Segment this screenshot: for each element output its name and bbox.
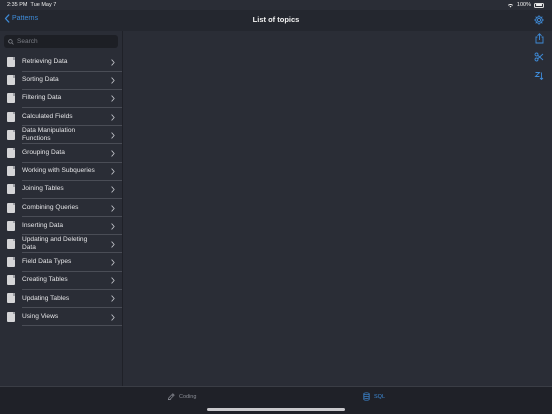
list-item-label: Filtering Data	[22, 94, 62, 102]
tab-sql[interactable]: SQL	[362, 392, 385, 401]
list-item-label: Inserting Data	[22, 221, 64, 229]
side-toolbar	[534, 33, 546, 90]
list-item-label: Joining Tables	[22, 185, 64, 193]
document-icon	[7, 275, 15, 286]
home-indicator	[207, 408, 345, 411]
chevron-right-icon	[111, 95, 115, 102]
share-button[interactable]	[534, 33, 544, 45]
chevron-right-icon	[111, 168, 115, 175]
list-item[interactable]: Working with Subqueries	[0, 162, 122, 181]
sort-icon	[534, 72, 544, 81]
chevron-right-icon	[111, 277, 115, 284]
chevron-right-icon	[111, 223, 115, 230]
chevron-right-icon	[111, 59, 115, 66]
database-icon	[363, 392, 370, 401]
document-icon	[7, 57, 15, 67]
sort-button[interactable]	[534, 71, 544, 83]
list-item-label: Updating Tables	[22, 294, 70, 302]
list-item[interactable]: Grouping Data	[0, 144, 122, 163]
list-item-label: Working with Subqueries	[22, 167, 95, 175]
document-icon	[7, 238, 15, 249]
list-item[interactable]: Using Views	[0, 308, 122, 327]
search-bar[interactable]	[4, 35, 118, 48]
list-item[interactable]: Inserting Data	[0, 217, 122, 236]
list-item[interactable]: Sorting Data	[0, 71, 122, 90]
list-item-label: Combining Queries	[22, 203, 79, 211]
list-item-label: Updating and Deleting Data	[22, 235, 88, 251]
chevron-right-icon	[111, 204, 115, 212]
tab-bar: Coding SQL	[0, 386, 552, 414]
list-item-label: Creating Tables	[22, 276, 68, 284]
list-item[interactable]: Joining Tables	[0, 180, 122, 199]
list-item-label: Retrieving Data	[22, 58, 68, 66]
tab-coding-label: Coding	[179, 393, 197, 400]
search-input[interactable]	[17, 38, 117, 45]
cut-button[interactable]	[534, 52, 544, 64]
page-title: List of topics	[252, 15, 300, 24]
document-icon	[7, 220, 15, 231]
list-item[interactable]: Updating Tables	[0, 289, 122, 308]
battery-icon	[534, 2, 544, 8]
list-item[interactable]: Data Manipulation Functions	[0, 126, 122, 145]
list-item-label: Data Manipulation Functions	[22, 126, 76, 142]
status-time: 2:35 PM Tue May 7	[7, 2, 57, 8]
chevron-right-icon	[111, 186, 115, 193]
topic-list: Retrieving Data Sorting Data Filtering Dat…	[0, 53, 122, 327]
list-item-label: Grouping Data	[22, 149, 65, 157]
list-item-label: Using Views	[22, 312, 59, 320]
list-item[interactable]: Field Data Types	[0, 253, 122, 272]
tab-coding[interactable]: Coding	[167, 392, 196, 401]
share-icon	[535, 33, 543, 44]
list-item[interactable]: Calculated Fields	[0, 108, 122, 126]
document-icon	[7, 93, 15, 104]
document-icon	[7, 202, 15, 213]
document-icon	[7, 257, 15, 268]
navigation-bar: Patterns List of topics	[0, 10, 552, 31]
chevron-right-icon	[111, 295, 115, 303]
tab-sql-label: SQL	[374, 393, 386, 400]
chevron-right-icon	[111, 259, 115, 266]
chevron-right-icon	[111, 150, 115, 157]
battery-percent: 100%	[516, 2, 531, 8]
sidebar: Retrieving Data Sorting Data Filtering Dat…	[0, 31, 123, 386]
document-icon	[7, 129, 15, 140]
list-item[interactable]: Combining Queries	[0, 199, 122, 217]
list-item[interactable]: Filtering Data	[0, 89, 122, 108]
search-icon	[8, 38, 14, 45]
list-item[interactable]: Updating and Deleting Data	[0, 235, 122, 254]
document-icon	[7, 293, 15, 304]
chevron-right-icon	[111, 314, 115, 321]
chevron-right-icon	[111, 77, 115, 84]
document-icon	[7, 184, 15, 195]
list-item[interactable]: Creating Tables	[0, 271, 122, 290]
document-icon	[7, 111, 15, 122]
chevron-right-icon	[111, 241, 115, 248]
list-item[interactable]: Retrieving Data	[0, 53, 122, 72]
status-bar: 2:35 PM Tue May 7 100%	[0, 0, 552, 10]
gear-icon[interactable]	[533, 14, 545, 26]
list-item-label: Field Data Types	[22, 258, 72, 266]
document-icon	[7, 75, 15, 86]
list-item-label: Calculated Fields	[22, 112, 73, 120]
document-icon	[7, 166, 15, 177]
document-icon	[7, 311, 15, 322]
pencil-icon	[167, 393, 175, 401]
status-right: 100%	[507, 2, 544, 8]
chevron-right-icon	[111, 132, 115, 139]
wifi-icon	[507, 3, 513, 7]
scissors-icon	[534, 52, 544, 62]
list-item-label: Sorting Data	[22, 76, 59, 84]
chevron-right-icon	[111, 113, 115, 121]
document-icon	[7, 147, 15, 158]
